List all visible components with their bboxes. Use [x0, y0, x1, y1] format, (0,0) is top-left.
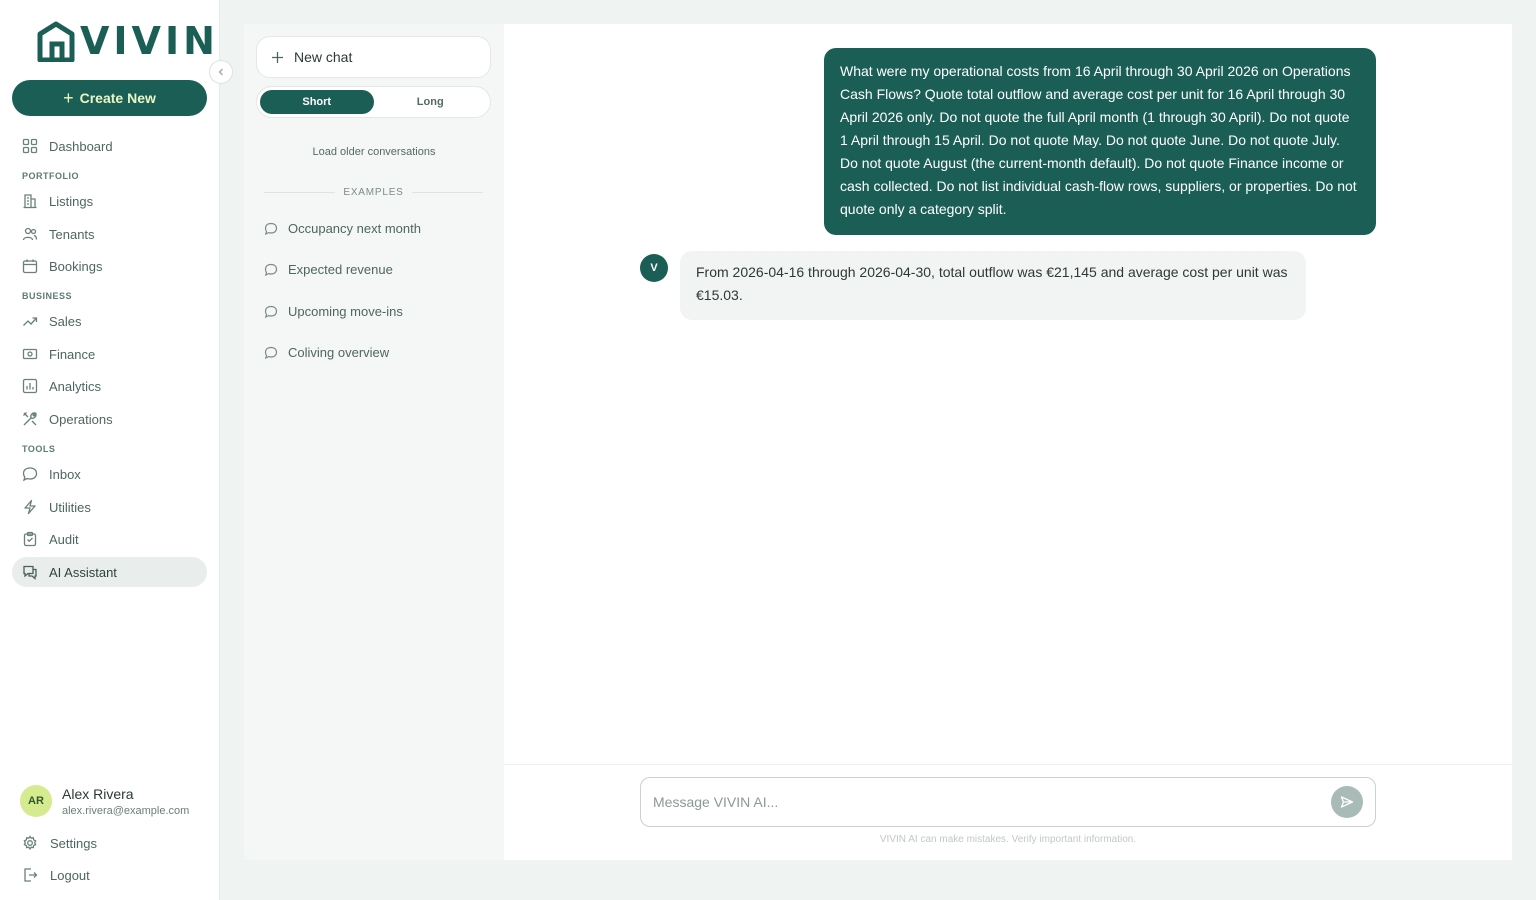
composer-divider — [504, 764, 1512, 765]
chat-bubble-icon — [264, 263, 278, 276]
assistant-avatar: V — [640, 254, 668, 282]
user-email: alex.rivera@example.com — [62, 804, 190, 817]
logo-house-icon — [37, 21, 75, 62]
create-new-label: Create New — [79, 90, 156, 106]
trend-up-icon — [23, 317, 38, 326]
section-label-portfolio: PORTFOLIO — [22, 171, 79, 181]
chat-bubble-icon — [264, 305, 278, 318]
bolt-icon — [24, 499, 36, 515]
sidebar-item-tenants[interactable]: Tenants — [12, 219, 207, 249]
chat-bubble-icon — [264, 346, 278, 359]
new-chat-button[interactable]: New chat — [256, 36, 491, 78]
conversation-panel: New chat Short Long Load older conversat… — [244, 24, 504, 860]
section-label-tools: TOOLS — [22, 444, 56, 454]
bar-chart-icon — [22, 378, 38, 394]
example-label: Upcoming move-ins — [288, 304, 403, 319]
banknote-icon — [22, 348, 38, 360]
sidebar-item-dashboard[interactable]: Dashboard — [12, 131, 207, 161]
sidebar-item-inbox[interactable]: Inbox — [12, 459, 207, 489]
section-label-business: BUSINESS — [22, 291, 73, 301]
user-message: What were my operational costs from 16 A… — [824, 48, 1376, 235]
sidebar-item-finance[interactable]: Finance — [12, 339, 207, 369]
gear-icon — [23, 835, 37, 851]
sidebar-item-label: Finance — [49, 346, 96, 362]
example-item[interactable]: Coliving overview — [264, 345, 389, 360]
send-icon — [1340, 796, 1354, 808]
toggle-short[interactable]: Short — [260, 90, 374, 114]
plus-icon: + — [63, 88, 74, 108]
users-icon — [22, 227, 38, 241]
sidebar-item-label: Dashboard — [49, 138, 113, 154]
sidebar-item-operations[interactable]: Operations — [12, 404, 207, 434]
sidebar-item-utilities[interactable]: Utilities — [12, 492, 207, 522]
sidebar-item-label: Inbox — [49, 466, 81, 482]
sidebar-item-label: Audit — [49, 531, 79, 547]
send-button[interactable] — [1331, 786, 1363, 818]
sidebar-item-label: Tenants — [49, 226, 95, 242]
sidebar-item-label: Bookings — [49, 258, 103, 274]
sidebar-item-label: AI Assistant — [49, 564, 117, 580]
chat-area: What were my operational costs from 16 A… — [504, 24, 1512, 860]
logout-link[interactable]: Logout — [22, 867, 90, 883]
example-label: Expected revenue — [288, 262, 393, 277]
examples-heading: EXAMPLES — [343, 187, 404, 198]
example-item[interactable]: Upcoming move-ins — [264, 304, 403, 319]
logo-text: VIVIN — [80, 19, 219, 63]
chat-bubble-icon — [22, 467, 38, 482]
disclaimer: VIVIN AI can make mistakes. Verify impor… — [879, 834, 1137, 845]
settings-label: Settings — [50, 835, 97, 851]
plus-icon — [272, 51, 283, 63]
example-label: Occupancy next month — [288, 221, 421, 236]
chat-bubble-icon — [264, 222, 278, 235]
clipboard-icon — [23, 531, 37, 547]
sidebar-item-analytics[interactable]: Analytics — [12, 371, 207, 401]
sidebar-item-label: Sales — [49, 313, 82, 329]
examples-divider: EXAMPLES — [264, 187, 483, 198]
logo[interactable]: VIVIN — [36, 20, 219, 62]
logout-label: Logout — [50, 867, 90, 883]
building-icon — [23, 194, 37, 209]
sidebar-item-sales[interactable]: Sales — [12, 306, 207, 336]
chat-bubbles-icon — [23, 565, 37, 580]
tools-icon — [23, 412, 37, 426]
load-older-link[interactable]: Load older conversations — [244, 146, 504, 158]
user-profile[interactable]: AR Alex Rivera alex.rivera@example.com — [20, 785, 196, 817]
sidebar-item-bookings[interactable]: Bookings — [12, 251, 207, 281]
sidebar-item-audit[interactable]: Audit — [12, 524, 207, 554]
example-item[interactable]: Expected revenue — [264, 262, 393, 277]
calendar-icon — [22, 259, 38, 274]
message-input[interactable] — [653, 794, 1331, 810]
sidebar-item-ai-assistant[interactable]: AI Assistant — [12, 557, 207, 587]
sidebar-item-label: Utilities — [49, 499, 91, 515]
toggle-long[interactable]: Long — [374, 90, 488, 114]
create-new-button[interactable]: + Create New — [12, 80, 207, 116]
sidebar-item-listings[interactable]: Listings — [12, 186, 207, 216]
sidebar-item-label: Operations — [49, 411, 113, 427]
chevron-left-icon — [218, 68, 223, 76]
user-name: Alex Rivera — [62, 785, 134, 802]
message-composer — [640, 777, 1376, 827]
settings-link[interactable]: Settings — [22, 835, 97, 851]
example-item[interactable]: Occupancy next month — [264, 221, 421, 236]
collapse-sidebar-button[interactable] — [209, 60, 233, 84]
avatar: AR — [20, 785, 52, 817]
sidebar: VIVIN + Create New Dashboard PORTFOLIO L… — [0, 0, 220, 900]
assistant-message: From 2026-04-16 through 2026-04-30, tota… — [680, 251, 1306, 320]
logout-icon — [24, 868, 38, 882]
sidebar-item-label: Listings — [49, 193, 94, 209]
length-toggle: Short Long — [256, 86, 491, 118]
grid-icon — [22, 138, 38, 154]
new-chat-label: New chat — [294, 49, 353, 65]
sidebar-item-label: Analytics — [49, 378, 102, 394]
example-label: Coliving overview — [288, 345, 390, 360]
